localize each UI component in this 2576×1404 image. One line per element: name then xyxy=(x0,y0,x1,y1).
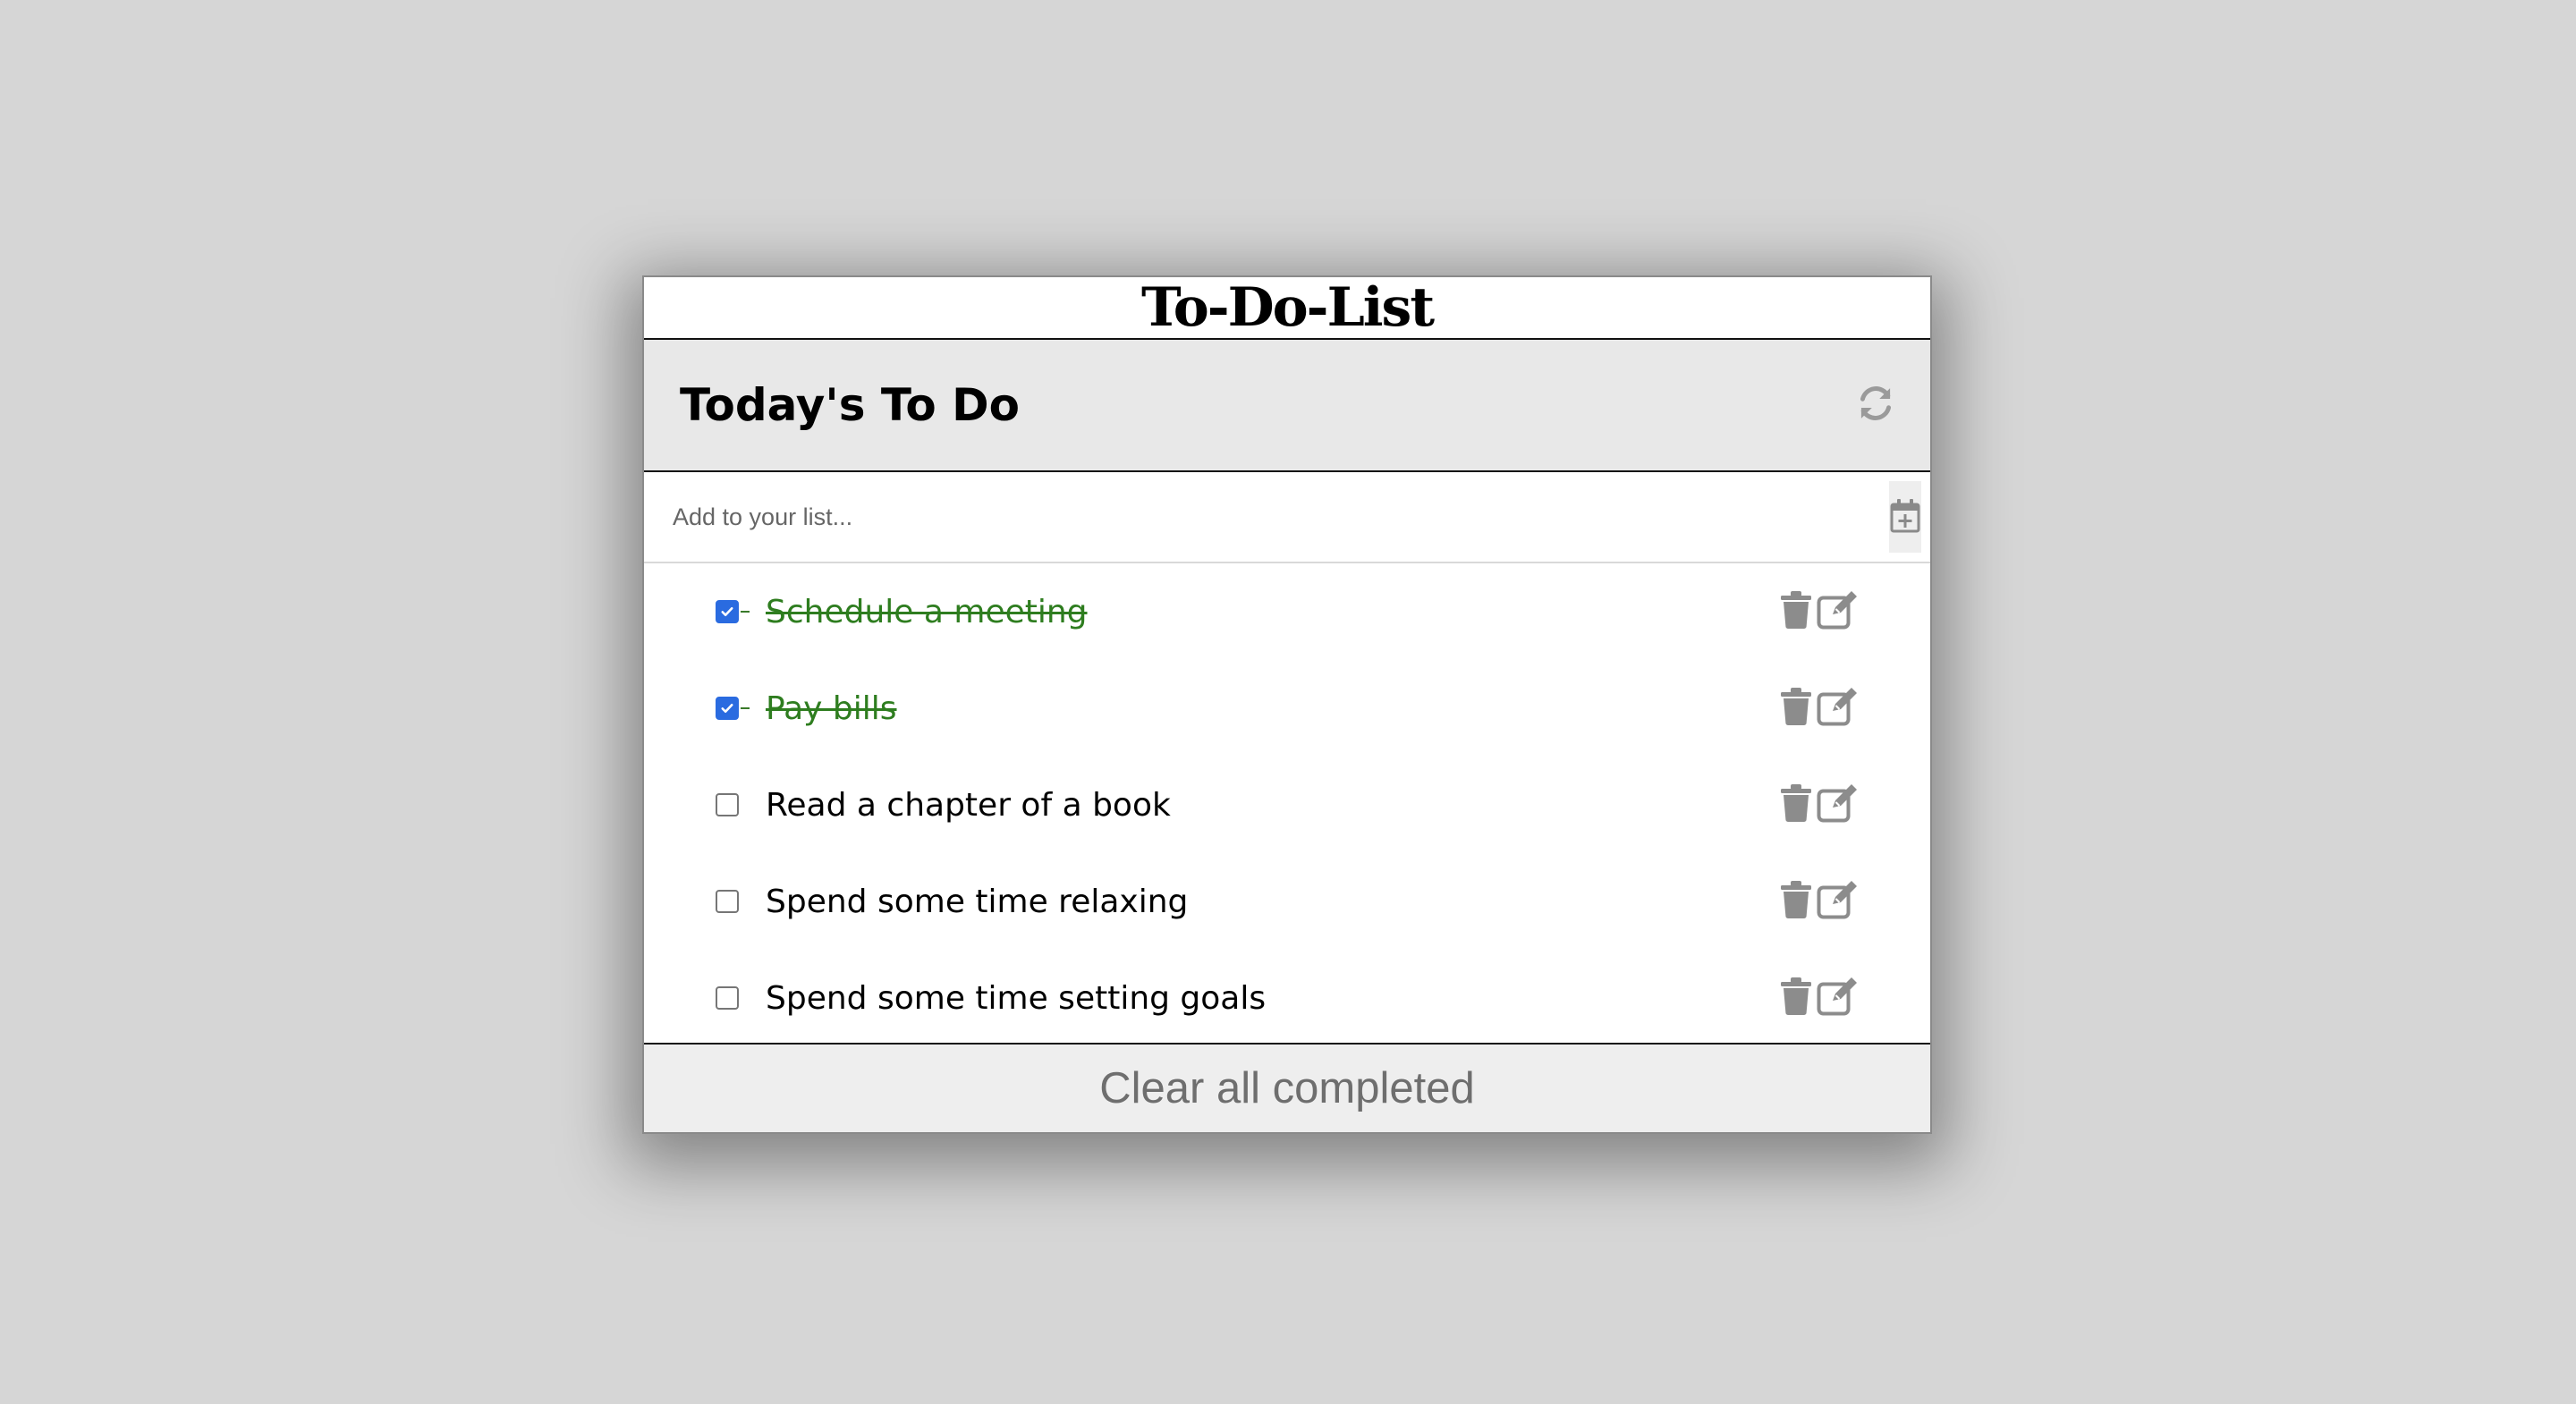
trash-icon xyxy=(1781,688,1811,729)
trash-icon xyxy=(1781,977,1811,1019)
list-header: Today's To Do xyxy=(644,340,1930,472)
trash-icon xyxy=(1781,881,1811,922)
app-title: To-Do-List xyxy=(644,276,1930,340)
add-item-input[interactable] xyxy=(671,489,1889,545)
list-item: Spend some time setting goals xyxy=(644,950,1930,1043)
item-checkbox[interactable] xyxy=(716,697,739,720)
edit-icon xyxy=(1817,687,1860,730)
item-actions xyxy=(1780,590,1860,633)
edit-icon xyxy=(1817,590,1860,633)
refresh-button[interactable] xyxy=(1853,383,1898,427)
item-actions xyxy=(1780,783,1860,826)
item-actions xyxy=(1780,977,1860,1019)
trash-icon xyxy=(1781,591,1811,632)
edit-button[interactable] xyxy=(1816,687,1860,730)
item-text: Schedule a meeting xyxy=(766,593,1088,630)
edit-icon xyxy=(1817,880,1860,923)
trash-icon xyxy=(1781,784,1811,825)
calendar-plus-icon xyxy=(1890,497,1920,537)
delete-button[interactable] xyxy=(1780,687,1812,730)
add-item-row xyxy=(644,472,1930,563)
item-text: Spend some time setting goals xyxy=(766,979,1267,1017)
edit-button[interactable] xyxy=(1816,880,1860,923)
item-checkbox[interactable] xyxy=(716,986,739,1010)
list-title: Today's To Do xyxy=(680,379,1020,431)
todo-card: To-Do-List Today's To Do Add to your lis… xyxy=(642,275,1932,1134)
add-item-button[interactable] xyxy=(1889,481,1921,553)
list-item: Schedule a meeting xyxy=(644,563,1930,660)
delete-button[interactable] xyxy=(1780,977,1812,1019)
edit-icon xyxy=(1817,977,1860,1019)
clear-completed-button[interactable]: Clear all completed xyxy=(644,1043,1930,1132)
item-actions xyxy=(1780,687,1860,730)
item-strike-dash xyxy=(741,707,750,709)
item-text: Pay bills xyxy=(766,689,897,727)
todo-list: Schedule a meeting Pay bills Read a chap… xyxy=(644,563,1930,1043)
item-text: Read a chapter of a book xyxy=(766,786,1171,824)
delete-button[interactable] xyxy=(1780,880,1812,923)
list-item: Spend some time relaxing xyxy=(644,853,1930,950)
edit-button[interactable] xyxy=(1816,590,1860,633)
delete-button[interactable] xyxy=(1780,590,1812,633)
edit-icon xyxy=(1817,783,1860,826)
item-checkbox[interactable] xyxy=(716,793,739,816)
list-item: Read a chapter of a book xyxy=(644,757,1930,853)
delete-button[interactable] xyxy=(1780,783,1812,826)
item-checkbox[interactable] xyxy=(716,890,739,913)
item-actions xyxy=(1780,880,1860,923)
edit-button[interactable] xyxy=(1816,783,1860,826)
refresh-icon xyxy=(1855,383,1896,427)
item-text: Spend some time relaxing xyxy=(766,883,1189,920)
list-item: Pay bills xyxy=(644,660,1930,757)
item-strike-dash xyxy=(741,611,750,613)
item-checkbox[interactable] xyxy=(716,600,739,623)
edit-button[interactable] xyxy=(1816,977,1860,1019)
